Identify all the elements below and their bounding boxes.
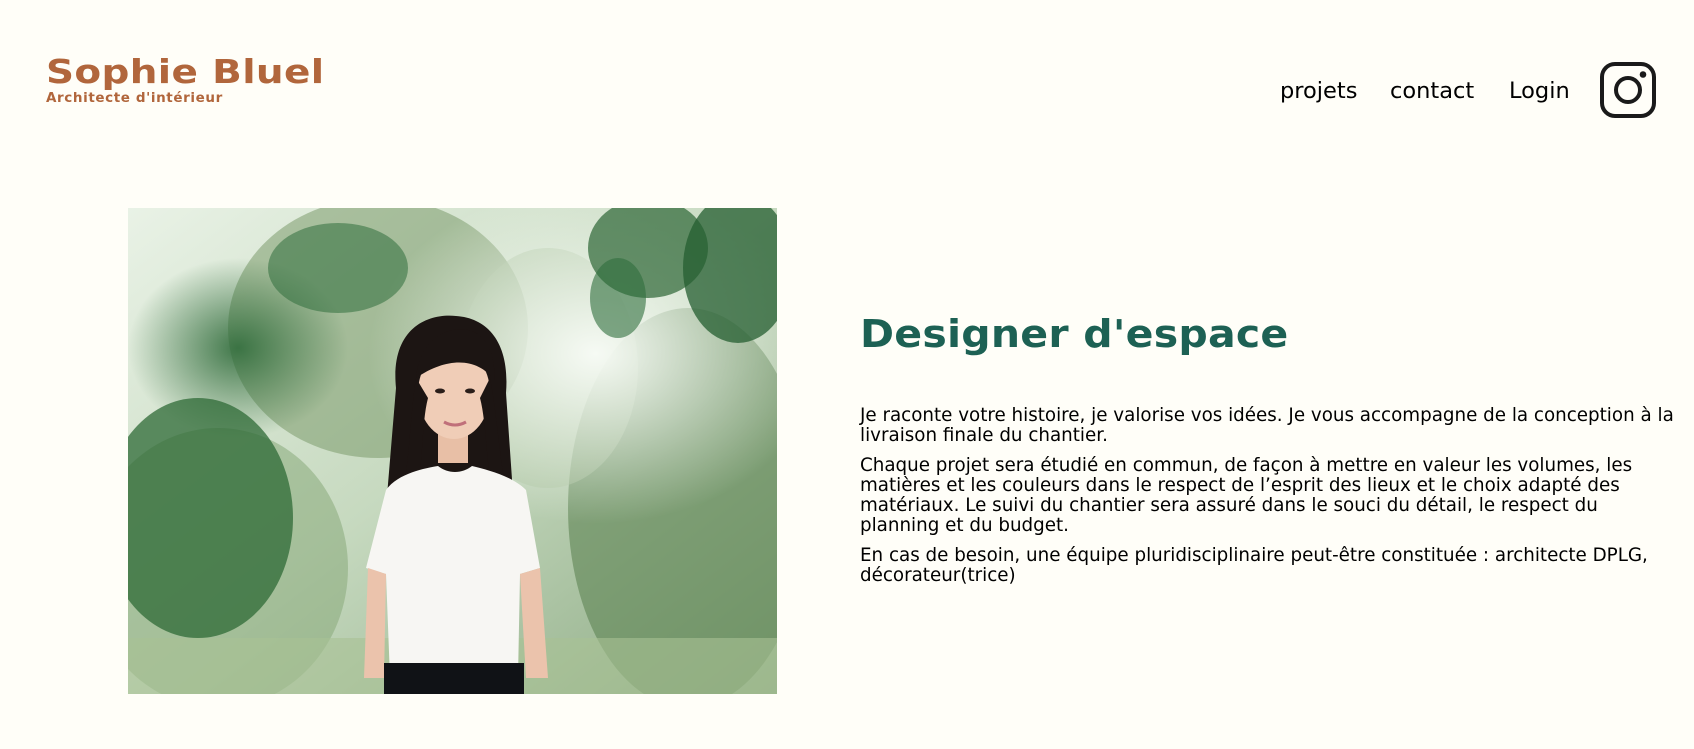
intro-paragraph: En cas de besoin, une équipe pluridiscip… (860, 545, 1648, 586)
nav-link-contact[interactable]: contact (1390, 77, 1474, 105)
portrait-image (128, 208, 777, 694)
logo[interactable]: Sophie Bluel Architecte d'intérieur (46, 54, 324, 107)
section-title: Designer d'espace (860, 312, 1289, 356)
nav-link-login[interactable]: Login (1509, 77, 1570, 105)
nav-link-projets[interactable]: projets (1280, 77, 1357, 105)
intro-paragraph: Chaque projet sera étudié en commun, de … (860, 455, 1633, 536)
portrait-photo (128, 208, 777, 694)
logo-name: Sophie Bluel (46, 52, 325, 91)
logo-subtitle: Architecte d'intérieur (46, 90, 223, 106)
instagram-icon[interactable] (1599, 61, 1657, 119)
intro-content: Designer d'espace Je raconte votre histo… (860, 310, 1680, 586)
intro-paragraph: Je raconte votre histoire, je valorise v… (860, 405, 1674, 446)
